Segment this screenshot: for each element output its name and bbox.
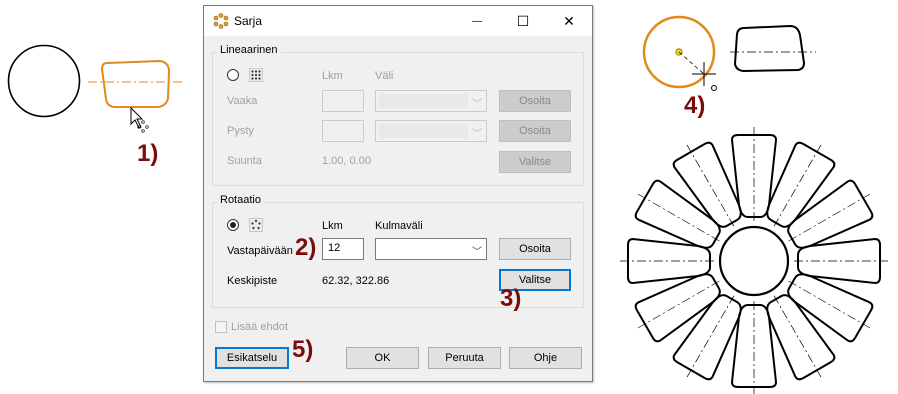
- maximize-button[interactable]: ☐: [500, 6, 546, 36]
- horizontal-point-button[interactable]: Osoita: [499, 90, 571, 112]
- rotation-angle-combo[interactable]: ﹀: [375, 238, 487, 260]
- petal-instance: [634, 179, 721, 249]
- petal-instance: [672, 141, 742, 228]
- petal-shape-selected[interactable]: [100, 59, 171, 108]
- petal-centerline: [637, 280, 720, 329]
- vertical-spacing-combo[interactable]: ﹀: [375, 120, 487, 142]
- petal-instance: [634, 273, 721, 343]
- step-label-2: 2): [295, 234, 317, 261]
- rotation-radio[interactable]: [227, 219, 239, 231]
- vertical-point-button[interactable]: Osoita: [499, 120, 571, 142]
- left-drawing: [7, 44, 182, 133]
- hub-circle: [718, 225, 790, 297]
- add-constraints-checkbox[interactable]: [215, 321, 227, 333]
- center-point-value: 62.32, 322.86: [322, 275, 390, 287]
- counterclockwise-label: Vastapäivään: [227, 245, 293, 257]
- direction-select-button[interactable]: Valitse: [499, 151, 571, 173]
- array-icon: [213, 13, 229, 29]
- maximize-icon: ☐: [516, 12, 530, 29]
- minimize-button[interactable]: —: [454, 6, 500, 36]
- step-label-4: 4): [684, 92, 706, 119]
- petal-centerline: [686, 295, 735, 378]
- vertical-count-field[interactable]: [322, 120, 364, 142]
- chevron-down-icon: ﹀: [472, 247, 482, 258]
- petal-instance: [787, 273, 874, 343]
- horizontal-spacing-combo[interactable]: ﹀: [375, 90, 487, 112]
- polar-array-icon: [249, 218, 263, 232]
- petal-centerline: [773, 144, 822, 227]
- linear-count-header: Lkm: [322, 70, 343, 82]
- step-label-5: 5): [292, 336, 314, 363]
- petal-instance: [766, 294, 836, 381]
- ok-button[interactable]: OK: [346, 347, 419, 369]
- angle-point-button[interactable]: Osoita: [499, 238, 571, 260]
- vertical-label: Pysty: [227, 125, 254, 137]
- petal-instance: [787, 179, 874, 249]
- window-title: Sarja: [234, 14, 263, 28]
- petal-instance: [766, 141, 836, 228]
- petal-instance: [730, 301, 778, 394]
- petal-instance: [672, 294, 742, 381]
- add-constraints-label: Lisää ehdot: [231, 321, 288, 333]
- chevron-down-icon: ﹀: [472, 99, 482, 110]
- mouse-cursor-icon: [130, 106, 149, 133]
- grid-array-icon: [249, 68, 263, 82]
- petal-shape: [733, 24, 806, 73]
- title-bar: Sarja — ☐ ✕: [204, 6, 592, 36]
- rubber-band-line: [678, 51, 705, 75]
- rotation-group-label: Rotaatio: [217, 194, 264, 206]
- center-point-label: Keskipiste: [227, 275, 278, 287]
- polar-array-result: [620, 127, 888, 394]
- rotation-count-field[interactable]: 12: [322, 238, 364, 260]
- cancel-button[interactable]: Peruuta: [428, 347, 501, 369]
- petal-centerline: [773, 295, 822, 378]
- help-button[interactable]: Ohje: [509, 347, 582, 369]
- linear-radio[interactable]: [227, 69, 239, 81]
- center-circle: [7, 44, 81, 118]
- chevron-down-icon: ﹀: [472, 129, 482, 140]
- rotation-count-header: Lkm: [322, 220, 343, 232]
- linear-spacing-header: Väli: [375, 70, 394, 82]
- minimize-icon: —: [472, 15, 482, 27]
- petal-centerline: [788, 193, 871, 242]
- linear-group-label: Lineaarinen: [217, 44, 281, 56]
- step-label-3: 3): [500, 285, 522, 312]
- petal-centerline: [637, 193, 720, 242]
- close-button[interactable]: ✕: [546, 6, 592, 36]
- petal-centerline: [686, 144, 735, 227]
- horizontal-label: Vaaka: [227, 95, 258, 107]
- center-pick-drawing: [642, 15, 816, 91]
- direction-value: 1.00, 0.00: [322, 155, 371, 167]
- step-label-1: 1): [137, 140, 159, 167]
- horizontal-count-field[interactable]: [322, 90, 364, 112]
- close-icon: ✕: [563, 12, 575, 29]
- preview-button[interactable]: Esikatselu: [215, 347, 289, 369]
- direction-label: Suunta: [227, 155, 262, 167]
- sarja-dialog: Sarja — ☐ ✕ Lineaarinen Lkm Väli Vaaka ﹀…: [203, 5, 593, 382]
- petal-centerline: [788, 280, 871, 329]
- rotation-angle-header: Kulmaväli: [375, 220, 423, 232]
